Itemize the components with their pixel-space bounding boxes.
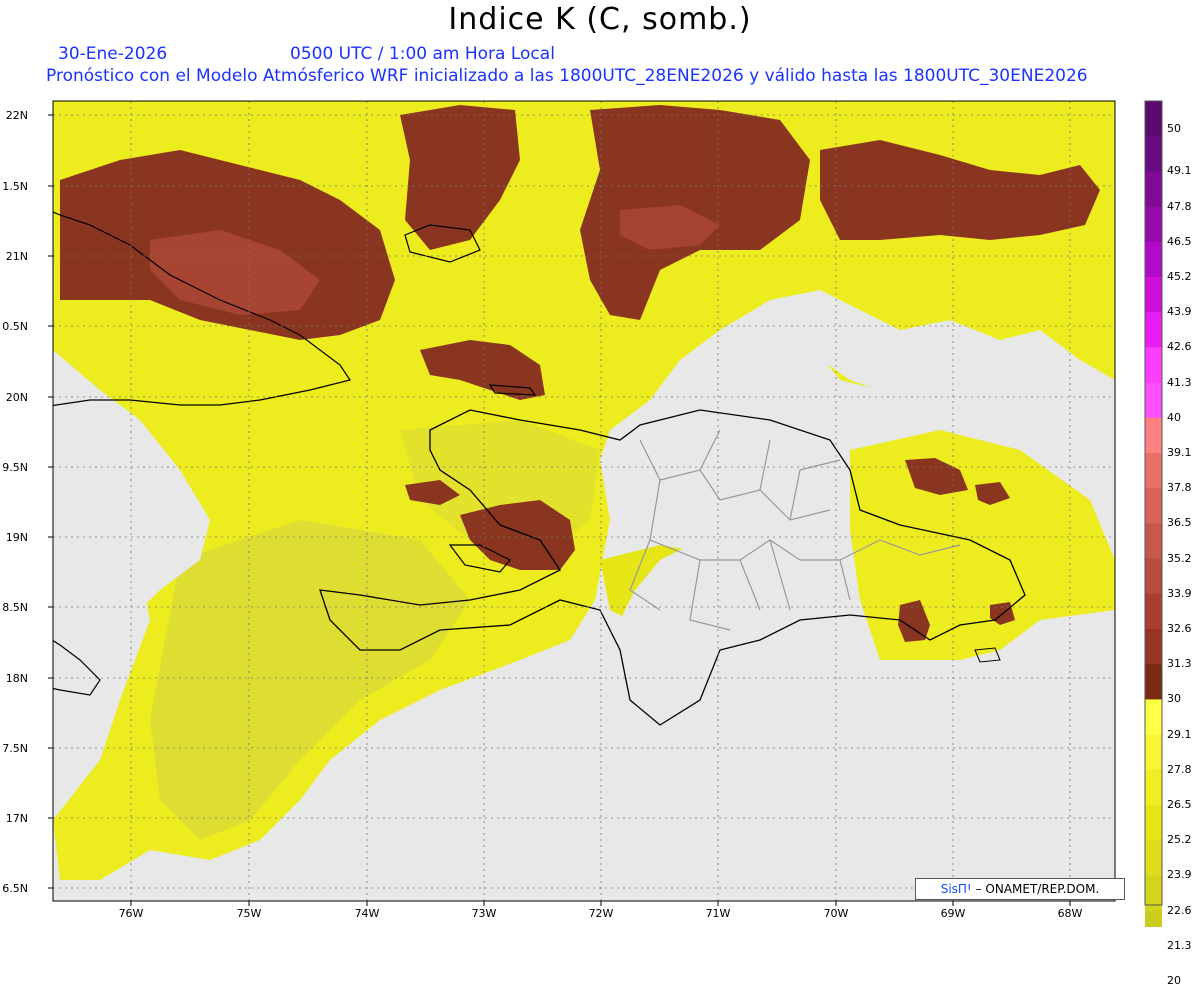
colorbar-label: 35.2 <box>1167 551 1192 565</box>
colorbar-label: 45.2 <box>1167 270 1192 283</box>
colorbar-label: 23.9 <box>1167 868 1192 882</box>
lat-label: 21N <box>5 250 28 263</box>
colorbar-swatch <box>1145 453 1162 489</box>
colorbar-label: 40 <box>1167 410 1181 424</box>
lat-label: 7.5N <box>2 742 28 755</box>
lon-label: 71W <box>705 907 731 920</box>
lat-label: 20N <box>5 391 28 404</box>
colorbar-label: 50 <box>1167 122 1181 136</box>
colorbar-label: 47.8 <box>1167 199 1192 213</box>
colorbar-swatch <box>1145 523 1162 560</box>
credit-box: SisПꞋ – ONAMET/REP.DOM. <box>915 878 1125 900</box>
k-index-map <box>48 100 1163 927</box>
colorbar-swatch <box>1145 277 1162 313</box>
colorbar-swatch <box>1145 171 1162 208</box>
colorbar-swatch <box>1145 382 1162 419</box>
colorbar-label: 37.8 <box>1167 481 1192 495</box>
lat-label: 6.5N <box>2 882 28 895</box>
colorbar-swatch <box>1145 629 1162 665</box>
lon-label: 70W <box>823 907 849 920</box>
colorbar-swatch <box>1145 805 1162 841</box>
colorbar-label: 42.6 <box>1167 340 1192 354</box>
colorbar-swatch <box>1145 910 1162 927</box>
colorbar-swatch <box>1145 347 1162 384</box>
colorbar-swatch <box>1145 699 1162 736</box>
colorbar-swatch <box>1145 241 1162 278</box>
lat-label: 19N <box>5 531 28 544</box>
colorbar-label: 33.9 <box>1167 586 1192 600</box>
credit-brand: SisПꞋ <box>940 882 972 896</box>
colorbar-swatch <box>1145 417 1162 454</box>
colorbar <box>1144 100 1163 927</box>
lon-label: 72W <box>588 907 614 920</box>
colorbar-label: 21.3 <box>1167 938 1192 952</box>
colorbar-label: 29.1 <box>1167 727 1192 741</box>
lat-label: 17N <box>5 812 28 825</box>
colorbar-label: 26.5 <box>1167 798 1192 811</box>
colorbar-swatch <box>1145 206 1162 243</box>
lon-label: 73W <box>471 907 497 920</box>
lon-label: 76W <box>118 907 144 920</box>
colorbar-label: 41.3 <box>1167 375 1192 389</box>
lat-label: 1.5N <box>2 180 28 193</box>
colorbar-label: 43.9 <box>1167 305 1192 319</box>
colorbar-swatch <box>1145 593 1162 630</box>
colorbar-swatch <box>1145 136 1162 172</box>
lat-label: 8.5N <box>2 601 28 614</box>
lon-label: 68W <box>1057 907 1083 920</box>
lon-label: 69W <box>940 907 966 920</box>
lat-label: 9.5N <box>2 461 28 474</box>
colorbar-label: 30 <box>1167 692 1181 706</box>
colorbar-label: 27.8 <box>1167 762 1192 776</box>
colorbar-label: 39.1 <box>1167 446 1192 459</box>
colorbar-label: 20 <box>1167 974 1181 987</box>
colorbar-label: 46.5 <box>1167 234 1192 248</box>
lat-label: 22N <box>5 109 28 122</box>
colorbar-label: 32.6 <box>1167 622 1192 635</box>
credit-text: – ONAMET/REP.DOM. <box>975 882 1100 896</box>
lat-label: 18N <box>5 672 28 685</box>
colorbar-swatch <box>1145 558 1162 595</box>
lon-label: 75W <box>236 907 262 920</box>
colorbar-label: 25.2 <box>1167 833 1192 847</box>
colorbar-swatch <box>1145 312 1162 348</box>
colorbar-label: 36.5 <box>1167 516 1192 530</box>
colorbar-label: 31.3 <box>1167 657 1192 671</box>
colorbar-swatch <box>1145 101 1162 137</box>
colorbar-swatch <box>1145 875 1162 912</box>
colorbar-swatch <box>1145 664 1162 700</box>
colorbar-swatch <box>1145 769 1162 806</box>
colorbar-label: 22.6 <box>1167 903 1192 917</box>
colorbar-swatch <box>1145 840 1162 876</box>
colorbar-swatch <box>1145 734 1162 771</box>
colorbar-label: 49.1 <box>1167 164 1192 178</box>
colorbar-swatch <box>1145 488 1162 524</box>
lon-label: 74W <box>354 907 380 920</box>
lat-label: 0.5N <box>2 320 28 333</box>
